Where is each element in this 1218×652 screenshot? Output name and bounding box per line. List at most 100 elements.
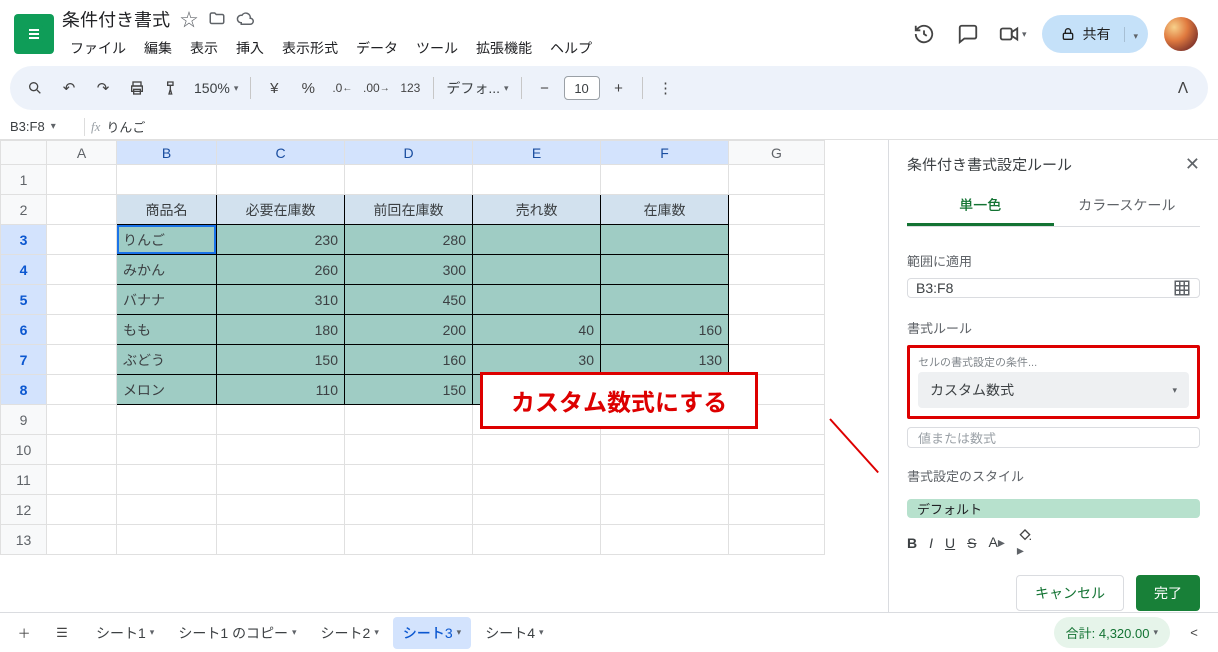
zoom-select[interactable]: 150%▾ — [190, 80, 242, 96]
menu-insert[interactable]: 挿入 — [228, 34, 272, 62]
cell-D4[interactable]: 300 — [345, 255, 473, 285]
font-size-decrease-icon[interactable]: − — [530, 73, 560, 103]
share-dropdown-icon[interactable]: ▾ — [1124, 27, 1138, 42]
cell-F10[interactable] — [601, 435, 729, 465]
cell-E10[interactable] — [473, 435, 601, 465]
cell-C9[interactable] — [217, 405, 345, 435]
sheet-tab-menu-icon[interactable]: ▾ — [292, 627, 297, 638]
cell-C8[interactable]: 110 — [217, 375, 345, 405]
cloud-status-icon[interactable] — [236, 10, 254, 28]
row-header-13[interactable]: 13 — [1, 525, 47, 555]
cell-A5[interactable] — [47, 285, 117, 315]
quick-sum-chip[interactable]: 合計: 4,320.00▾ — [1054, 617, 1170, 648]
row-header-2[interactable]: 2 — [1, 195, 47, 225]
row-header-4[interactable]: 4 — [1, 255, 47, 285]
percent-icon[interactable]: % — [293, 73, 323, 103]
cell-E2[interactable]: 売れ数 — [473, 195, 601, 225]
cell-D10[interactable] — [345, 435, 473, 465]
cell-F11[interactable] — [601, 465, 729, 495]
cell-D9[interactable] — [345, 405, 473, 435]
cell-F6[interactable]: 160 — [601, 315, 729, 345]
sheets-logo-icon[interactable] — [14, 14, 54, 54]
add-sheet-icon[interactable]: ＋ — [10, 619, 38, 647]
cell-C12[interactable] — [217, 495, 345, 525]
row-header-6[interactable]: 6 — [1, 315, 47, 345]
cell-C7[interactable]: 150 — [217, 345, 345, 375]
cell-B10[interactable] — [117, 435, 217, 465]
sheet-tab-シート3[interactable]: シート3 ▾ — [393, 617, 471, 649]
cell-G10[interactable] — [729, 435, 825, 465]
cell-C2[interactable]: 必要在庫数 — [217, 195, 345, 225]
cell-G4[interactable] — [729, 255, 825, 285]
cell-E13[interactable] — [473, 525, 601, 555]
currency-icon[interactable]: ¥ — [259, 73, 289, 103]
collapse-toolbar-icon[interactable]: ᐱ — [1168, 73, 1198, 103]
cell-A9[interactable] — [47, 405, 117, 435]
share-button[interactable]: 共有 ▾ — [1042, 15, 1148, 53]
print-icon[interactable] — [122, 73, 152, 103]
cell-F3[interactable] — [601, 225, 729, 255]
cell-A2[interactable] — [47, 195, 117, 225]
row-header-10[interactable]: 10 — [1, 435, 47, 465]
cell-C3[interactable]: 230 — [217, 225, 345, 255]
undo-icon[interactable]: ↶ — [54, 73, 84, 103]
cell-B11[interactable] — [117, 465, 217, 495]
decrease-decimal-icon[interactable]: .0← — [327, 73, 357, 103]
search-menus-icon[interactable] — [20, 73, 50, 103]
formula-value-input[interactable]: 値または数式 — [907, 427, 1200, 448]
cell-D2[interactable]: 前回在庫数 — [345, 195, 473, 225]
column-header-A[interactable]: A — [47, 141, 117, 165]
cell-B1[interactable] — [117, 165, 217, 195]
menu-help[interactable]: ヘルプ — [542, 34, 600, 62]
cell-G6[interactable] — [729, 315, 825, 345]
column-header-D[interactable]: D — [345, 141, 473, 165]
cell-C4[interactable]: 260 — [217, 255, 345, 285]
cell-E1[interactable] — [473, 165, 601, 195]
sheet-tab-シート4[interactable]: シート4 ▾ — [475, 617, 553, 649]
paint-format-icon[interactable] — [156, 73, 186, 103]
done-button[interactable]: 完了 — [1136, 575, 1200, 611]
menu-extensions[interactable]: 拡張機能 — [468, 34, 540, 62]
more-toolbar-icon[interactable]: ⋮ — [651, 73, 681, 103]
cell-C11[interactable] — [217, 465, 345, 495]
fill-color-icon[interactable]: ▸ — [1017, 526, 1033, 559]
cell-E7[interactable]: 30 — [473, 345, 601, 375]
cell-G5[interactable] — [729, 285, 825, 315]
cell-D5[interactable]: 450 — [345, 285, 473, 315]
cell-D8[interactable]: 150 — [345, 375, 473, 405]
cell-D6[interactable]: 200 — [345, 315, 473, 345]
cell-C6[interactable]: 180 — [217, 315, 345, 345]
range-picker-icon[interactable] — [1173, 279, 1191, 297]
comments-icon[interactable] — [954, 20, 982, 48]
cell-G11[interactable] — [729, 465, 825, 495]
menu-edit[interactable]: 編集 — [136, 34, 180, 62]
cell-F2[interactable]: 在庫数 — [601, 195, 729, 225]
star-icon[interactable]: ☆ — [180, 6, 198, 32]
cell-F4[interactable] — [601, 255, 729, 285]
text-color-icon[interactable]: A▸ — [988, 534, 1004, 551]
cell-A13[interactable] — [47, 525, 117, 555]
sheet-tab-menu-icon[interactable]: ▾ — [374, 627, 379, 638]
name-box[interactable]: B3:F8▾ — [0, 119, 78, 134]
sheet-tab-シート1[interactable]: シート1 ▾ — [86, 617, 164, 649]
cell-D13[interactable] — [345, 525, 473, 555]
default-style-chip[interactable]: デフォルト — [907, 499, 1200, 518]
strikethrough-icon[interactable]: S — [967, 535, 976, 551]
cell-E11[interactable] — [473, 465, 601, 495]
increase-decimal-icon[interactable]: .00→ — [361, 73, 391, 103]
meet-icon[interactable]: ▾ — [998, 20, 1027, 48]
cell-A11[interactable] — [47, 465, 117, 495]
cell-B4[interactable]: みかん — [117, 255, 217, 285]
move-to-folder-icon[interactable] — [208, 10, 226, 28]
column-header-G[interactable]: G — [729, 141, 825, 165]
cell-G13[interactable] — [729, 525, 825, 555]
menu-format[interactable]: 表示形式 — [274, 34, 346, 62]
underline-icon[interactable]: U — [945, 535, 955, 551]
explore-icon[interactable]: < — [1180, 619, 1208, 647]
cell-G12[interactable] — [729, 495, 825, 525]
tab-color-scale[interactable]: カラースケール — [1054, 187, 1201, 226]
document-title[interactable]: 条件付き書式 — [62, 6, 170, 32]
cell-C13[interactable] — [217, 525, 345, 555]
cell-B3[interactable]: りんご — [117, 225, 217, 255]
cell-B5[interactable]: バナナ — [117, 285, 217, 315]
